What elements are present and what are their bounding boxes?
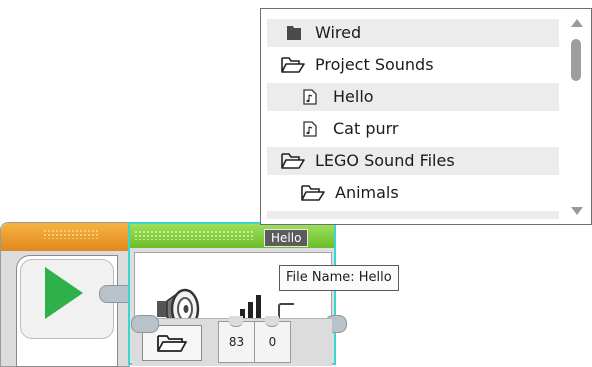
tree-item-partial[interactable]	[267, 211, 559, 219]
tree-item-label: LEGO Sound Files	[315, 151, 455, 170]
scroll-thumb[interactable]	[571, 39, 581, 81]
sound-parameters: 83 0	[132, 316, 332, 366]
folder-outline-icon	[281, 57, 305, 73]
folder-outline-icon	[281, 153, 305, 169]
file-browser-scrollbar[interactable]	[569, 15, 585, 219]
tree-item-cat-purr[interactable]: Cat purr	[267, 115, 559, 143]
play-type-input[interactable]: 0	[254, 316, 291, 363]
start-block[interactable]	[0, 222, 135, 367]
solid-folder-icon	[287, 26, 301, 40]
tree-item-lego-sound-files[interactable]: LEGO Sound Files	[267, 147, 559, 175]
tree-item-label: Wired	[315, 23, 362, 42]
sound-file-icon	[303, 121, 317, 137]
sound-file-icon	[303, 89, 317, 105]
tree-item-label: Hello	[333, 87, 374, 106]
tree-item-label: Animals	[335, 183, 399, 202]
tree-item-label: Project Sounds	[315, 55, 434, 74]
volume-value: 83	[228, 335, 245, 349]
file-tree: Wired Project Sounds Hello Cat purr LEGO…	[267, 15, 567, 219]
sound-file-browser[interactable]: Wired Project Sounds Hello Cat purr LEGO…	[260, 8, 592, 225]
play-icon[interactable]	[45, 267, 83, 319]
start-block-header[interactable]	[1, 223, 129, 251]
block-name-tag[interactable]: Hello	[264, 229, 309, 247]
tree-item-project-sounds[interactable]: Project Sounds	[267, 51, 559, 79]
tree-item-wired[interactable]: Wired	[267, 19, 559, 47]
tree-item-hello[interactable]: Hello	[267, 83, 559, 111]
folder-outline-icon	[301, 185, 325, 201]
sound-sequence-in-port[interactable]	[131, 315, 159, 333]
scroll-up-arrow-icon[interactable]	[571, 19, 583, 27]
tree-item-animals[interactable]: Animals	[267, 179, 559, 207]
folder-open-icon	[157, 335, 187, 352]
sound-block-grip	[134, 230, 254, 240]
tree-item-label: Cat purr	[333, 119, 399, 138]
start-block-grip	[43, 229, 99, 239]
sound-block[interactable]: Hello 83 0	[128, 222, 347, 366]
file-name-tooltip: File Name: Hello	[279, 265, 399, 291]
volume-input[interactable]: 83	[218, 316, 255, 363]
scroll-down-arrow-icon[interactable]	[571, 207, 583, 215]
play-type-value: 0	[268, 335, 277, 349]
sound-block-header[interactable]: Hello	[130, 224, 334, 248]
